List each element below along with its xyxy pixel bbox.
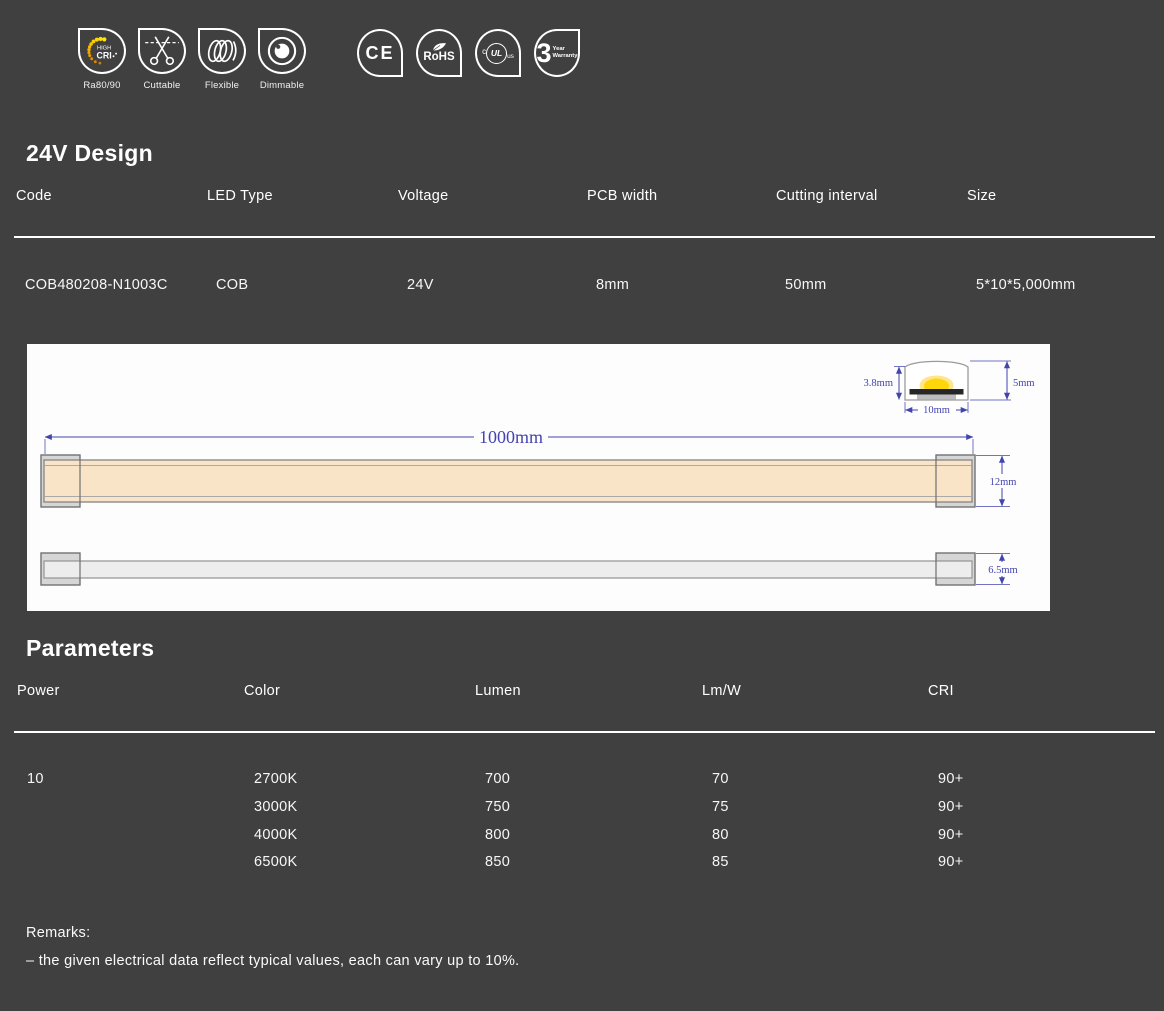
parameters-section-title: Parameters — [26, 635, 155, 661]
column-header-lmw: Lm/W — [702, 683, 742, 699]
remarks: Remarks: – the given electrical data ref… — [26, 919, 520, 975]
badge-high-cri: HIGH CRI Ra80/90 — [72, 28, 132, 91]
badge-flexible: Flexible — [192, 28, 252, 91]
column-header-size: Size — [967, 188, 997, 204]
svg-text:1000mm: 1000mm — [479, 427, 543, 447]
ce-mark-icon: CE — [365, 42, 395, 63]
dim-outer-height: 5mm — [970, 360, 1035, 401]
table-row: 6500K 850 85 90+ — [27, 854, 1164, 882]
column-header-code: Code — [16, 188, 52, 204]
ce-badge: CE — [357, 29, 403, 77]
cell-cri: 90+ — [938, 854, 964, 871]
design-table-header: Code LED Type Voltage PCB width Cutting … — [0, 188, 1164, 204]
leaf-icon — [432, 43, 446, 52]
column-header-lumen: Lumen — [475, 683, 521, 699]
cell-cri: 90+ — [938, 771, 964, 787]
badge-dimmable: Dimmable — [252, 28, 312, 91]
rohs-badge: RoHS — [416, 29, 462, 77]
cell-pcb-width: 8mm — [596, 277, 630, 293]
rohs-mark-icon: RoHS — [423, 51, 455, 64]
cell-lmw: 70 — [712, 771, 729, 787]
table-row: 10 2700K 700 70 90+ — [27, 771, 1164, 799]
cell-color: 4000K — [254, 826, 298, 843]
cell-code: COB480208-N1003C — [25, 277, 168, 293]
cell-lumen: 850 — [485, 854, 511, 871]
svg-text:6.5mm: 6.5mm — [988, 565, 1017, 576]
strip-top-view — [43, 459, 973, 503]
pcb-bar — [909, 389, 964, 395]
cell-color: 6500K — [254, 854, 298, 871]
ul-badge: c UL us — [475, 29, 521, 77]
cell-size: 5*10*5,000mm — [976, 277, 1076, 293]
cell-cri: 90+ — [938, 826, 964, 843]
svg-text:CRI: CRI — [97, 50, 112, 60]
design-table-row: COB480208-N1003C COB 24V 8mm 50mm 5*10*5… — [0, 277, 1164, 293]
parameters-table-divider — [14, 731, 1155, 733]
cell-voltage: 24V — [407, 277, 434, 293]
cell-color: 2700K — [254, 771, 298, 787]
svg-text:5mm: 5mm — [1013, 378, 1035, 389]
cell-lumen: 800 — [485, 826, 511, 843]
warranty-3year-icon: 3 Year Warranty — [536, 37, 578, 68]
feature-badges: HIGH CRI Ra80/90 Cuttable Flexible Dimma… — [72, 28, 312, 91]
cell-color: 3000K — [254, 798, 298, 815]
cell-lumen: 750 — [485, 798, 511, 815]
cell-lumen: 700 — [485, 771, 511, 787]
cell-lmw: 85 — [712, 854, 729, 871]
column-header-pcb-width: PCB width — [587, 188, 658, 204]
column-header-led-type: LED Type — [207, 188, 273, 204]
svg-text:12mm: 12mm — [990, 477, 1017, 488]
certification-badges: CE RoHS c UL us 3 Year Warranty — [357, 29, 580, 77]
column-header-cri: CRI — [928, 683, 954, 699]
datasheet-page: HIGH CRI Ra80/90 Cuttable Flexible Dimma… — [0, 0, 1164, 1011]
cul-us-mark-icon: c UL us — [482, 42, 514, 64]
badge-label: Ra80/90 — [83, 80, 121, 91]
high-cri-icon: HIGH CRI — [87, 36, 118, 65]
design-table-divider — [14, 236, 1155, 238]
cell-cutting-interval: 50mm — [785, 277, 827, 293]
parameters-table-header: Power Color Lumen Lm/W CRI — [0, 683, 1164, 699]
cell-led-type: COB — [216, 277, 249, 293]
table-row: 4000K 800 80 90+ — [27, 827, 1164, 855]
badge-label: Cuttable — [143, 80, 181, 91]
cell-lmw: 75 — [712, 798, 729, 815]
coil-icon — [207, 39, 237, 63]
scissors-icon — [145, 36, 179, 66]
column-header-voltage: Voltage — [398, 188, 449, 204]
silicone-base — [917, 394, 956, 400]
column-header-color: Color — [244, 683, 281, 699]
parameters-table-body: 10 2700K 700 70 90+ 3000K 750 75 90+ 400… — [0, 771, 1164, 882]
badge-cuttable: Cuttable — [132, 28, 192, 91]
column-header-cutting-interval: Cutting interval — [776, 188, 878, 204]
badge-label: Flexible — [204, 80, 240, 91]
cross-section-detail: 3.8mm 5mm 10mm — [864, 360, 1035, 416]
dimension-drawing: 1000mm 12mm 6.5mm 3.8mm 5mm 10mm — [27, 344, 1050, 611]
strip-side-view — [43, 560, 973, 579]
table-row: 3000K 750 75 90+ — [27, 799, 1164, 827]
svg-text:10mm: 10mm — [923, 405, 950, 416]
remarks-title: Remarks: — [26, 925, 91, 941]
dim-strip-height: 12mm — [976, 455, 1023, 507]
cell-cri: 90+ — [938, 798, 964, 815]
cell-lmw: 80 — [712, 826, 729, 843]
badge-label: Dimmable — [259, 80, 305, 91]
svg-text:3.8mm: 3.8mm — [864, 378, 893, 389]
dimmer-knob-icon — [267, 36, 297, 66]
dim-width: 10mm — [904, 402, 969, 416]
dim-length: 1000mm — [44, 427, 974, 454]
cell-power: 10 — [27, 771, 44, 787]
remarks-line: – the given electrical data reflect typi… — [26, 953, 520, 969]
warranty-badge: 3 Year Warranty — [534, 29, 580, 77]
column-header-power: Power — [17, 683, 60, 699]
dim-inner-height: 3.8mm — [864, 366, 905, 400]
dim-side-height: 6.5mm — [976, 553, 1025, 585]
design-section-title: 24V Design — [26, 140, 153, 166]
